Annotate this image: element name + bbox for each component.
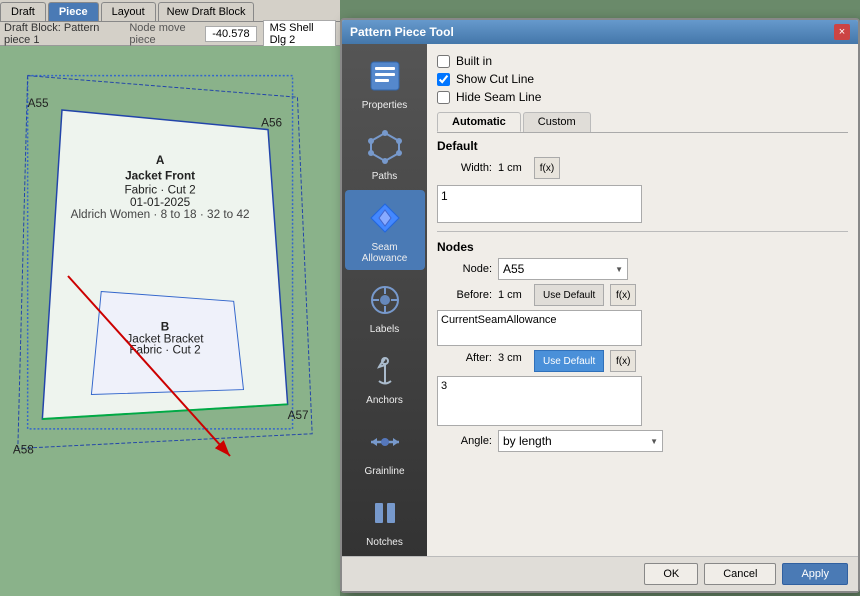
ok-button[interactable]: OK (644, 563, 698, 585)
svg-text:A: A (156, 154, 165, 167)
labels-icon (363, 278, 407, 322)
cancel-button[interactable]: Cancel (704, 563, 776, 585)
default-section-title: Default (437, 139, 848, 153)
tab-custom[interactable]: Custom (523, 112, 591, 132)
before-formula-input[interactable] (437, 310, 642, 346)
svg-text:Fabric · Cut 2: Fabric · Cut 2 (124, 183, 195, 196)
width-label: Width: (437, 162, 492, 174)
apply-button[interactable]: Apply (782, 563, 848, 585)
before-value: 1 cm (498, 289, 528, 301)
svg-text:A58: A58 (13, 443, 34, 456)
node-move-label: Node move piece (129, 22, 199, 46)
notches-icon (363, 491, 407, 535)
svg-text:A57: A57 (288, 409, 309, 422)
seam-allowance-icon (363, 196, 407, 240)
svg-text:Jacket Front: Jacket Front (125, 170, 195, 183)
pattern-piece-dialog: Pattern Piece Tool × Properties (340, 18, 860, 593)
angle-select[interactable]: by length ▼ (498, 430, 663, 452)
use-default-after-button[interactable]: Use Default (534, 350, 604, 372)
dialog-close-button[interactable]: × (834, 24, 850, 40)
before-row: Before: 1 cm Use Default f(x) (437, 284, 848, 306)
hide-seam-line-checkbox[interactable] (437, 91, 450, 104)
dialog-sidebar: Properties Paths (342, 44, 427, 556)
after-row: After: 3 cm Use Default f(x) (437, 350, 848, 372)
svg-text:A55: A55 (28, 97, 49, 110)
after-input[interactable] (437, 376, 642, 426)
width-input-row (437, 183, 848, 223)
show-cut-line-row: Show Cut Line (437, 72, 848, 86)
before-label: Before: (437, 289, 492, 301)
after-label: After: (437, 352, 492, 364)
built-in-checkbox[interactable] (437, 55, 450, 68)
sidebar-item-paths[interactable]: Paths (345, 119, 425, 188)
labels-label: Labels (370, 324, 399, 335)
built-in-row: Built in (437, 54, 848, 68)
node-row: Node: A55 ▼ (437, 258, 848, 280)
notches-label: Notches (366, 537, 403, 548)
zoom-value[interactable]: -40.578 (205, 26, 256, 42)
node-label: Node: (437, 263, 492, 275)
sidebar-item-properties[interactable]: Properties (345, 48, 425, 117)
built-in-label: Built in (456, 54, 492, 68)
angle-label: Angle: (437, 435, 492, 447)
separator-1 (437, 231, 848, 232)
anchors-icon (363, 349, 407, 393)
tab-layout[interactable]: Layout (101, 2, 156, 21)
width-input[interactable] (437, 185, 642, 223)
seam-allowance-label: Seam Allowance (349, 242, 421, 264)
sidebar-item-grainline[interactable]: Grainline (345, 414, 425, 483)
dialog-titlebar: Pattern Piece Tool × (342, 20, 858, 44)
dialog-content: Built in Show Cut Line Hide Seam Line Au… (427, 44, 858, 556)
properties-label: Properties (362, 100, 408, 111)
node-select-value: A55 (503, 262, 524, 276)
grainline-icon (363, 420, 407, 464)
node-select[interactable]: A55 ▼ (498, 258, 628, 280)
node-select-arrow: ▼ (615, 265, 623, 274)
svg-text:A56: A56 (261, 117, 282, 130)
after-input-row (437, 376, 848, 426)
content-tabs-row: Automatic Custom (437, 112, 848, 133)
use-default-before-button[interactable]: Use Default (534, 284, 604, 306)
anchors-label: Anchors (366, 395, 403, 406)
tab-automatic[interactable]: Automatic (437, 112, 521, 132)
dialog-title: Pattern Piece Tool (350, 25, 454, 39)
sidebar-item-notches[interactable]: Notches (345, 485, 425, 554)
canvas-area: Draft Piece Layout New Draft Block Draft… (0, 0, 340, 596)
show-cut-line-checkbox[interactable] (437, 73, 450, 86)
sidebar-item-anchors[interactable]: Anchors (345, 343, 425, 412)
before-formula-button[interactable]: f(x) (610, 284, 636, 306)
angle-select-arrow: ▼ (650, 437, 658, 446)
tab-new-draft-block[interactable]: New Draft Block (158, 2, 255, 21)
font-label[interactable]: MS Shell Dlg 2 (263, 20, 336, 48)
width-value: 1 cm (498, 162, 528, 174)
hide-seam-line-label: Hide Seam Line (456, 90, 541, 104)
angle-row: Angle: by length ▼ (437, 430, 848, 452)
nodes-section-title: Nodes (437, 240, 848, 254)
svg-text:Fabric · Cut 2: Fabric · Cut 2 (129, 343, 200, 356)
sidebar-item-labels[interactable]: Labels (345, 272, 425, 341)
drawing-canvas: A Jacket Front Fabric · Cut 2 01-01-2025… (0, 46, 340, 596)
pattern-piece-svg: A Jacket Front Fabric · Cut 2 01-01-2025… (5, 56, 325, 576)
dialog-footer: OK Cancel Apply (342, 556, 858, 591)
show-cut-line-label: Show Cut Line (456, 72, 534, 86)
draft-block-label: Draft Block: Pattern piece 1 (4, 22, 113, 46)
paths-label: Paths (372, 171, 398, 182)
width-row: Width: 1 cm f(x) (437, 157, 848, 179)
grainline-label: Grainline (364, 466, 404, 477)
tab-piece[interactable]: Piece (48, 2, 99, 21)
width-formula-button[interactable]: f(x) (534, 157, 560, 179)
after-formula-button[interactable]: f(x) (610, 350, 636, 372)
dialog-body: Properties Paths (342, 44, 858, 556)
properties-icon (363, 54, 407, 98)
sidebar-item-seam-allowance[interactable]: Seam Allowance (345, 190, 425, 270)
before-formula-row (437, 310, 848, 346)
nodes-section: Nodes Node: A55 ▼ Before: 1 cm Use Defau… (437, 240, 848, 452)
angle-select-value: by length (503, 434, 552, 448)
after-value: 3 cm (498, 352, 528, 364)
paths-icon (363, 125, 407, 169)
hide-seam-line-row: Hide Seam Line (437, 90, 848, 104)
svg-text:Aldrich Women · 8 to 18 · 32 t: Aldrich Women · 8 to 18 · 32 to 42 (71, 208, 250, 221)
toolbar-strip: Draft Block: Pattern piece 1 Node move p… (0, 22, 340, 46)
tab-draft[interactable]: Draft (0, 2, 46, 21)
